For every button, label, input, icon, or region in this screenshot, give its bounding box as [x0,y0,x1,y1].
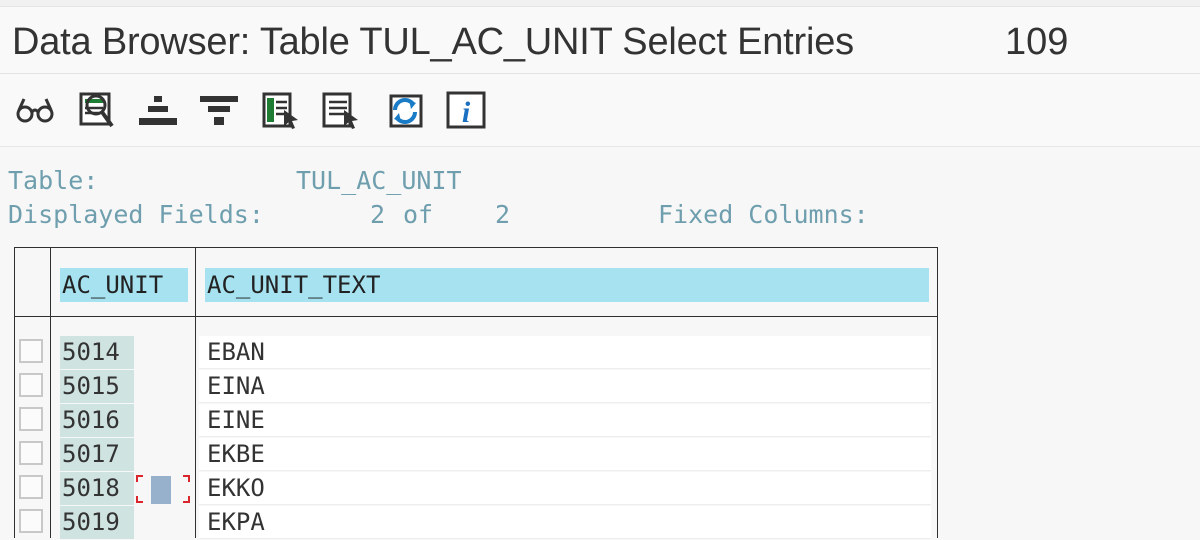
table-row[interactable]: 5018 EKKO [15,472,937,506]
entry-count: 109 [1005,21,1069,63]
title-bar: Data Browser: Table TUL_AC_UNIT Select E… [0,7,1200,74]
application-toolbar: i [0,74,1200,147]
inspect-list-icon[interactable] [76,90,116,130]
info-icon[interactable]: i [446,90,486,130]
sort-ascending-icon[interactable] [138,90,178,130]
total-fields-count: 2 [495,200,511,229]
ac-unit-cell[interactable]: 5015 [60,370,134,403]
select-green-icon[interactable] [262,90,302,130]
window-top-edge [0,0,1200,7]
column-header-ac-unit[interactable]: AC_UNIT [60,268,188,302]
select-grey-icon[interactable] [322,90,362,130]
ac-unit-text-cell[interactable]: EINE [199,404,931,437]
data-grid: AC_UNIT AC_UNIT_TEXT 5014 EBAN 5015 EINA… [14,247,938,540]
header-divider [15,316,937,317]
content-area: Table: TUL_AC_UNIT Displayed Fields: 2 o… [0,147,1200,539]
ac-unit-cell[interactable]: 5014 [60,336,134,369]
table-row[interactable]: 5015 EINA [15,370,937,404]
table-label: Table: [8,166,99,195]
row-select-checkbox[interactable] [19,407,43,431]
table-row[interactable]: 5017 EKBE [15,438,937,472]
row-select-checkbox[interactable] [19,373,43,397]
fixed-columns-label: Fixed Columns: [658,200,869,229]
ac-unit-cell[interactable]: 5016 [60,404,134,437]
row-select-checkbox[interactable] [19,441,43,465]
filter-icon[interactable] [199,90,239,130]
ac-unit-text-cell[interactable]: EKBE [199,438,931,471]
row-select-checkbox[interactable] [19,509,43,533]
svg-text:i: i [462,96,471,129]
ac-unit-cell[interactable]: 5019 [60,506,134,539]
page-title: Data Browser: Table TUL_AC_UNIT Select E… [12,21,854,63]
ac-unit-text-cell[interactable]: EKPA [199,506,931,539]
ac-unit-text-cell[interactable]: EINA [199,370,931,403]
ac-unit-text-cell[interactable]: EBAN [199,336,931,369]
table-row[interactable]: 5016 EINE [15,404,937,438]
displayed-fields-label: Displayed Fields: [8,200,264,229]
row-select-checkbox[interactable] [19,339,43,363]
column-header-ac-unit-text[interactable]: AC_UNIT_TEXT [205,268,929,302]
refresh-icon[interactable] [385,90,425,130]
displayed-fields-count: 2 [370,200,386,229]
table-name-value: TUL_AC_UNIT [296,166,462,195]
ac-unit-cell[interactable]: 5018 [60,472,134,505]
table-row[interactable]: 5019 EKPA [15,506,937,540]
glasses-icon[interactable] [15,90,55,130]
row-select-checkbox[interactable] [19,475,43,499]
ac-unit-text-cell[interactable]: EKKO [199,472,931,505]
of-label: of [403,200,434,229]
table-row[interactable]: 5014 EBAN [15,336,937,370]
cursor-focus-frame [136,475,190,503]
ac-unit-cell[interactable]: 5017 [60,438,134,471]
